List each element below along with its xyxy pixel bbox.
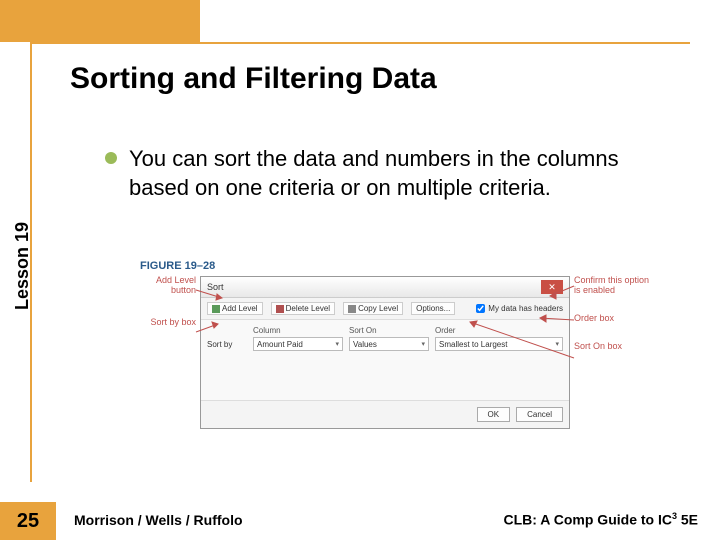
header-column: Column [253,326,343,335]
callout-add-level: Add Level button [140,276,196,296]
accent-top [0,0,200,42]
footer-right-a: CLB: A Comp Guide to IC [503,512,672,528]
headers-checkbox[interactable] [476,304,485,313]
page-title: Sorting and Filtering Data [70,62,437,96]
grid-header: Column Sort On Order [207,326,563,335]
headers-checkbox-wrap[interactable]: My data has headers [476,304,563,313]
figure-label: FIGURE 19–28 [140,260,655,272]
chevron-down-icon: ▾ [421,340,425,348]
dialog-toolbar: Add Level Delete Level Copy Level Option… [201,298,569,320]
add-level-button[interactable]: Add Level [207,302,263,315]
page-number: 25 [17,510,39,533]
x-icon [276,305,284,313]
accent-line-h [30,42,690,44]
add-level-label: Add Level [222,304,258,313]
ok-button[interactable]: OK [477,407,511,422]
copy-level-label: Copy Level [358,304,398,313]
headers-label: My data has headers [488,304,563,313]
chevron-down-icon: ▾ [335,340,339,348]
footer-right-b: 5E [677,512,698,528]
header-sorton: Sort On [349,326,429,335]
delete-level-button[interactable]: Delete Level [271,302,335,315]
dialog-title: Sort [207,282,224,292]
bullet-item: You can sort the data and numbers in the… [105,145,665,202]
cancel-button[interactable]: Cancel [516,407,563,422]
sorton-select[interactable]: Values ▾ [349,337,429,351]
footer-book: CLB: A Comp Guide to IC3 5E [503,511,698,528]
dialog-titlebar: Sort ✕ [201,277,569,298]
sort-row: Sort by Amount Paid ▾ Values ▾ Smallest … [207,337,563,351]
plus-icon [212,305,220,313]
column-select[interactable]: Amount Paid ▾ [253,337,343,351]
dialog-body: Column Sort On Order Sort by Amount Paid… [201,320,569,400]
copy-icon [348,305,356,313]
figure-block: FIGURE 19–28 Add Level button Sort by bo… [140,260,655,429]
callout-order-box: Order box [574,314,650,324]
callout-sort-on-box: Sort On box [574,342,650,352]
header-order: Order [435,326,563,335]
sort-dialog: Sort ✕ Add Level Delete Level Copy Level… [200,276,570,429]
copy-level-button[interactable]: Copy Level [343,302,403,315]
options-label: Options... [416,304,450,313]
order-select[interactable]: Smallest to Largest ▾ [435,337,563,351]
close-icon[interactable]: ✕ [541,280,563,294]
callouts-left: Add Level button Sort by box [140,276,196,328]
delete-level-label: Delete Level [286,304,330,313]
callout-headers-enabled: Confirm this option is enabled [574,276,650,296]
order-value: Smallest to Largest [439,340,507,349]
callouts-right: Confirm this option is enabled Order box… [574,276,650,352]
column-value: Amount Paid [257,340,303,349]
bullet-icon [105,152,117,164]
ok-label: OK [488,410,500,419]
footer-authors: Morrison / Wells / Ruffolo [74,512,243,528]
sorton-value: Values [353,340,377,349]
row-label: Sort by [207,340,247,349]
callout-sort-by: Sort by box [140,318,196,328]
bullet-text: You can sort the data and numbers in the… [129,145,665,202]
chevron-down-icon: ▾ [555,340,559,348]
page-number-box: 25 [0,502,56,540]
dialog-footer: OK Cancel [201,400,569,428]
lesson-label: Lesson 19 [12,222,33,310]
options-button[interactable]: Options... [411,302,455,315]
cancel-label: Cancel [527,410,552,419]
